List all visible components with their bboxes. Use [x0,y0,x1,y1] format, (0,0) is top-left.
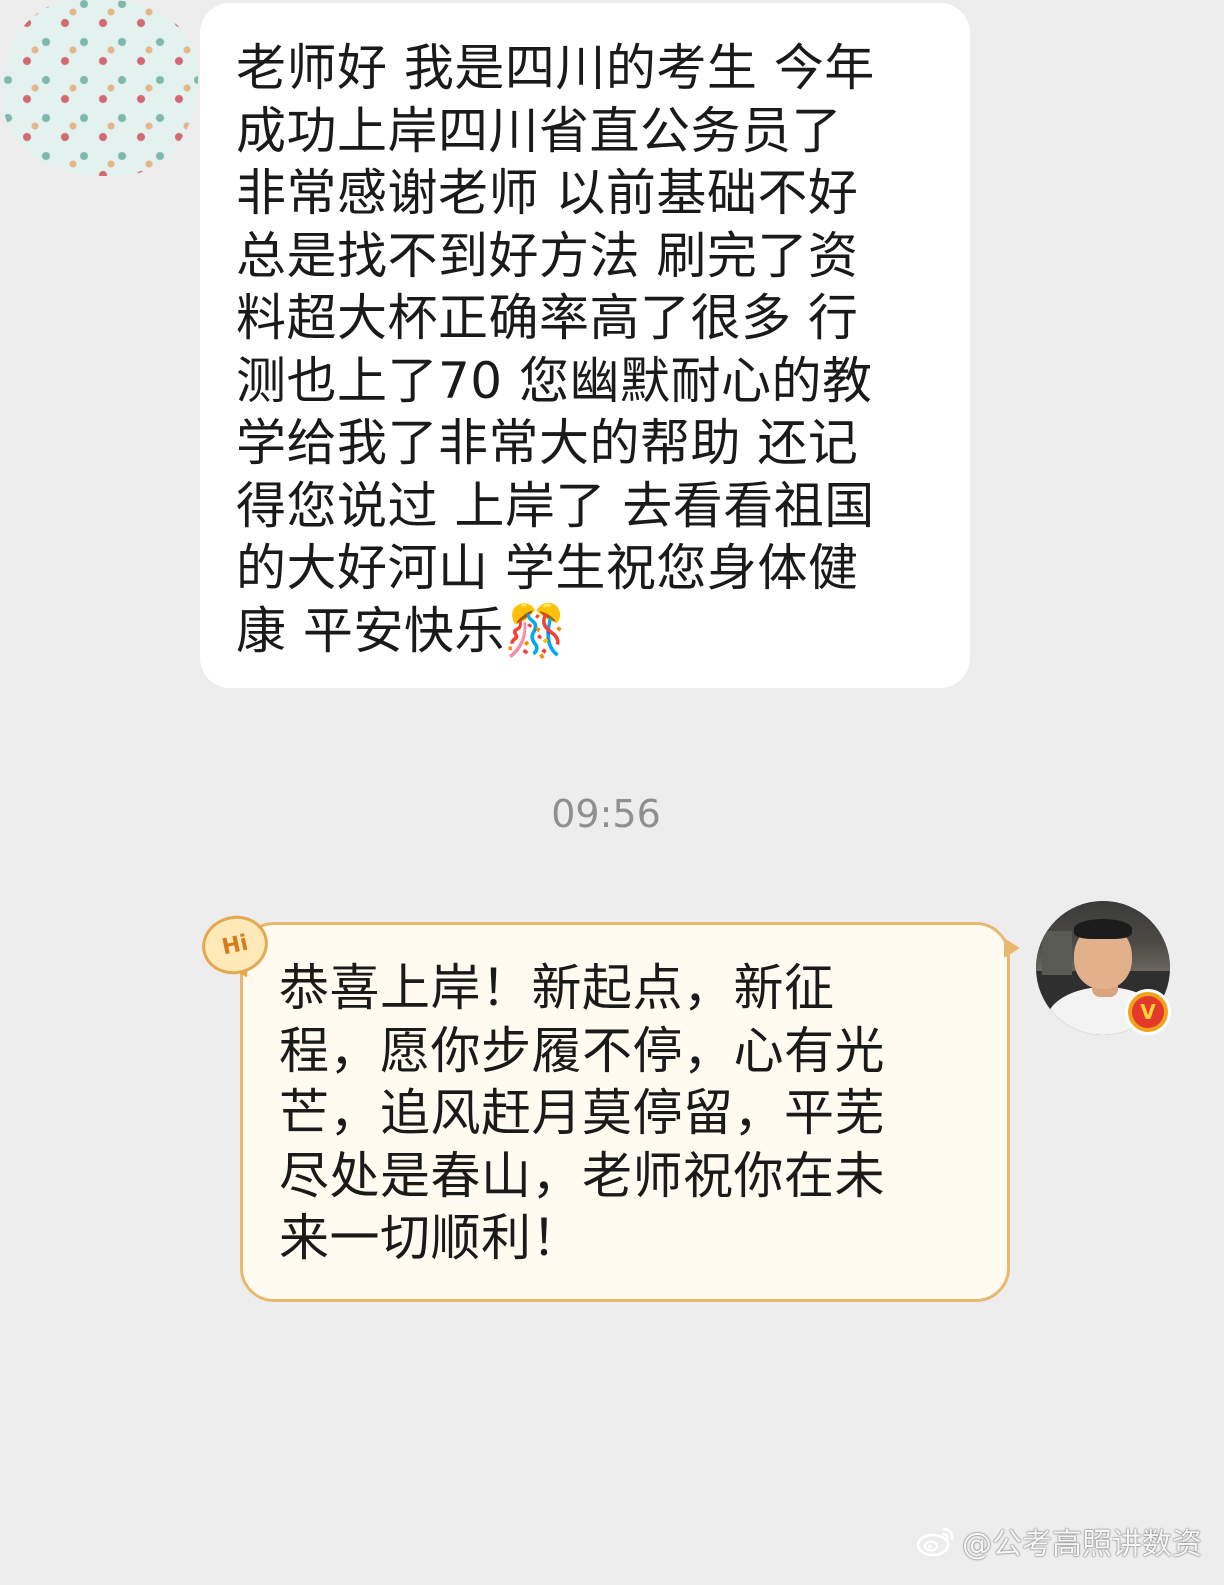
avatar-hair [1074,919,1132,939]
watermark: @公考高照讲数资 [916,1519,1202,1563]
watermark-text: @公考高照讲数资 [962,1527,1202,1562]
avatar-background-detail [1042,931,1072,975]
sender-avatar[interactable] [2,0,198,176]
incoming-message-bubble[interactable]: 老师好 我是四川的考生 今年 成功上岸四川省直公务员了 非常感谢老师 以前基础不… [200,3,970,688]
outgoing-message-bubble[interactable]: 恭喜上岸！新起点，新征 程，愿你步履不停，心有光 芒，追风赶月莫停留，平芜 尽处… [240,922,1010,1302]
outgoing-message-text: 恭喜上岸！新起点，新征 程，愿你步履不停，心有光 芒，追风赶月莫停留，平芜 尽处… [279,959,885,1267]
hi-badge-label: Hi [219,930,251,960]
verified-mark: V [1132,996,1164,1028]
message-timestamp: 09:56 [551,792,661,836]
bubble-tail [1004,938,1020,958]
weibo-icon [916,1525,956,1557]
verified-badge-icon: V [1125,989,1171,1035]
incoming-message-text: 老师好 我是四川的考生 今年 成功上岸四川省直公务员了 非常感谢老师 以前基础不… [236,39,875,660]
